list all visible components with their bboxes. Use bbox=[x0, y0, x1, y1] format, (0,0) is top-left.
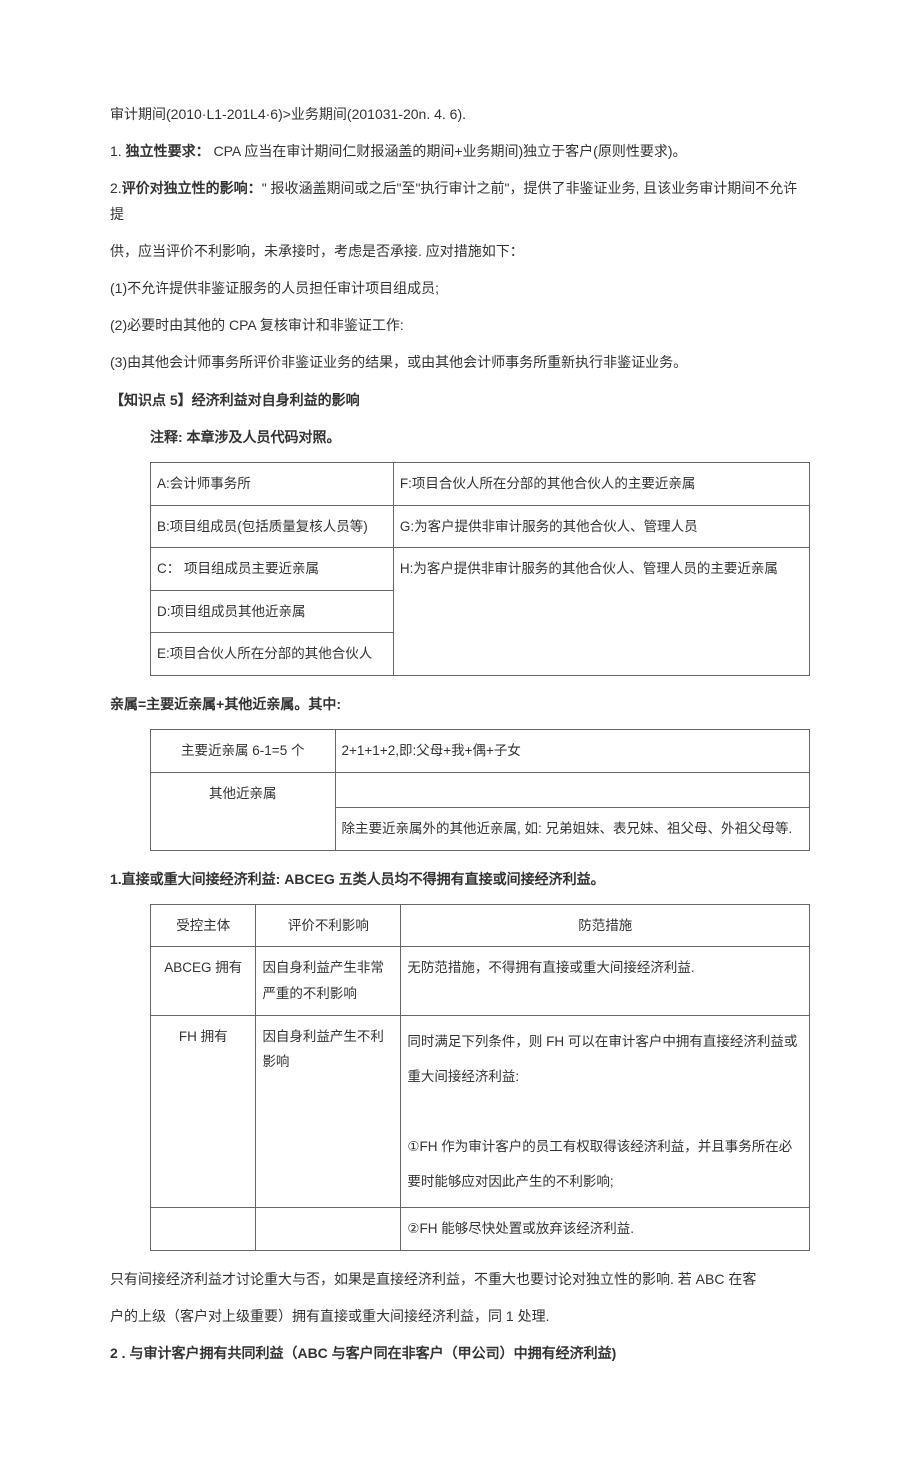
section-2-heading: 2 . 与审计客户拥有共同利益（ABC 与客户同在非客户（甲公司）中拥有经济利益… bbox=[110, 1341, 810, 1366]
cell-fh-own: FH 拥有 bbox=[151, 1015, 256, 1207]
section-1-heading: 1.直接或重大间接经济利益: ABCEG 五类人员均不得拥有直接或间接经济利益。 bbox=[110, 867, 810, 892]
cell-code-c: C： 项目组成员主要近亲属 bbox=[151, 548, 394, 591]
cell-other-relatives-value: 除主要近亲属外的其他近亲属, 如: 兄弟姐妹、表兄妹、祖父母、外祖父母等. bbox=[335, 807, 809, 850]
cell-code-a: A:会计师事务所 bbox=[151, 462, 394, 505]
cell-empty-1 bbox=[151, 1208, 256, 1251]
table-relatives: 主要近亲属 6-1=5 个 2+1+1+2,即:父母+我+偶+子女 其他近亲属 … bbox=[150, 729, 810, 850]
relatives-intro: 亲属=主要近亲属+其他近亲属。其中: bbox=[110, 692, 810, 717]
para-independence-req: 1. 独立性要求： CPA 应当在审计期间仁财报涵盖的期间+业务期间)独立于客户… bbox=[110, 139, 810, 164]
para-indirect-discussion-1: 只有间接经济利益才讨论重大与否，如果是直接经济利益，不重大也要讨论对独立性的影响… bbox=[110, 1267, 810, 1292]
para-audit-period: 审计期间(2010·L1-201L4·6)>业务期间(201031-20n. 4… bbox=[110, 102, 810, 127]
cell-fh-measure-2: ②FH 能够尽快处置或放弃该经济利益. bbox=[401, 1208, 810, 1251]
cell-main-relatives-value: 2+1+1+2,即:父母+我+偶+子女 bbox=[335, 730, 809, 773]
header-subject: 受控主体 bbox=[151, 904, 256, 947]
para-indirect-discussion-2: 户的上级（客户对上级重要）拥有直接或重大间接经济利益，同 1 处理. bbox=[110, 1304, 810, 1329]
cell-abceg-measure: 无防范措施，不得拥有直接或重大间接经济利益. bbox=[401, 947, 810, 1015]
knowledge-point-heading: 【知识点 5】经济利益对自身利益的影响 bbox=[110, 388, 810, 413]
cell-code-b: B:项目组成员(包括质量复核人员等) bbox=[151, 505, 394, 548]
cell-other-relatives-label: 其他近亲属 bbox=[151, 772, 336, 850]
para-impact-eval-2: 供，应当评价不利影响，未承接时，考虑是否承接. 应对措施如下： bbox=[110, 239, 810, 264]
para-measure-1: (1)不允许提供非鉴证服务的人员担任审计项目组成员; bbox=[110, 276, 810, 301]
cell-code-g: G:为客户提供非审计服务的其他合伙人、管理人员 bbox=[393, 505, 809, 548]
cell-code-d: D:项目组成员其他近亲属 bbox=[151, 590, 394, 633]
cell-empty-2 bbox=[256, 1208, 401, 1251]
cell-abceg-impact: 因自身利益产生非常严重的不利影响 bbox=[256, 947, 401, 1015]
cell-main-relatives-label: 主要近亲属 6-1=5 个 bbox=[151, 730, 336, 773]
cell-code-e: E:项目合伙人所在分部的其他合伙人 bbox=[151, 633, 394, 676]
table-person-codes: A:会计师事务所 F:项目合伙人所在分部的其他合伙人的主要近亲属 B:项目组成员… bbox=[150, 462, 810, 676]
table-economic-interest: 受控主体 评价不利影响 防范措施 ABCEG 拥有 因自身利益产生非常严重的不利… bbox=[150, 904, 810, 1251]
para-impact-eval-1: 2.评价对独立性的影响：" 报收涵盖期间或之后"至"执行审计之前"，提供了非鉴证… bbox=[110, 176, 810, 226]
note-code-mapping: 注释: 本章涉及人员代码对照。 bbox=[150, 425, 810, 450]
cell-fh-impact: 因自身利益产生不利影响 bbox=[256, 1015, 401, 1207]
cell-abceg-own: ABCEG 拥有 bbox=[151, 947, 256, 1015]
header-measures: 防范措施 bbox=[401, 904, 810, 947]
para-measure-3: (3)由其他会计师事务所评价非鉴证业务的结果，或由其他会计师事务所重新执行非鉴证… bbox=[110, 350, 810, 375]
cell-fh-measure-1: 同时满足下列条件，则 FH 可以在审计客户中拥有直接经济利益或重大间接经济利益:… bbox=[401, 1015, 810, 1207]
header-impact: 评价不利影响 bbox=[256, 904, 401, 947]
para-measure-2: (2)必要时由其他的 CPA 复核审计和非鉴证工作: bbox=[110, 313, 810, 338]
cell-code-f: F:项目合伙人所在分部的其他合伙人的主要近亲属 bbox=[393, 462, 809, 505]
cell-other-relatives-blank bbox=[335, 772, 809, 807]
cell-code-h: H:为客户提供非审计服务的其他合伙人、管理人员的主要近亲属 bbox=[393, 548, 809, 676]
